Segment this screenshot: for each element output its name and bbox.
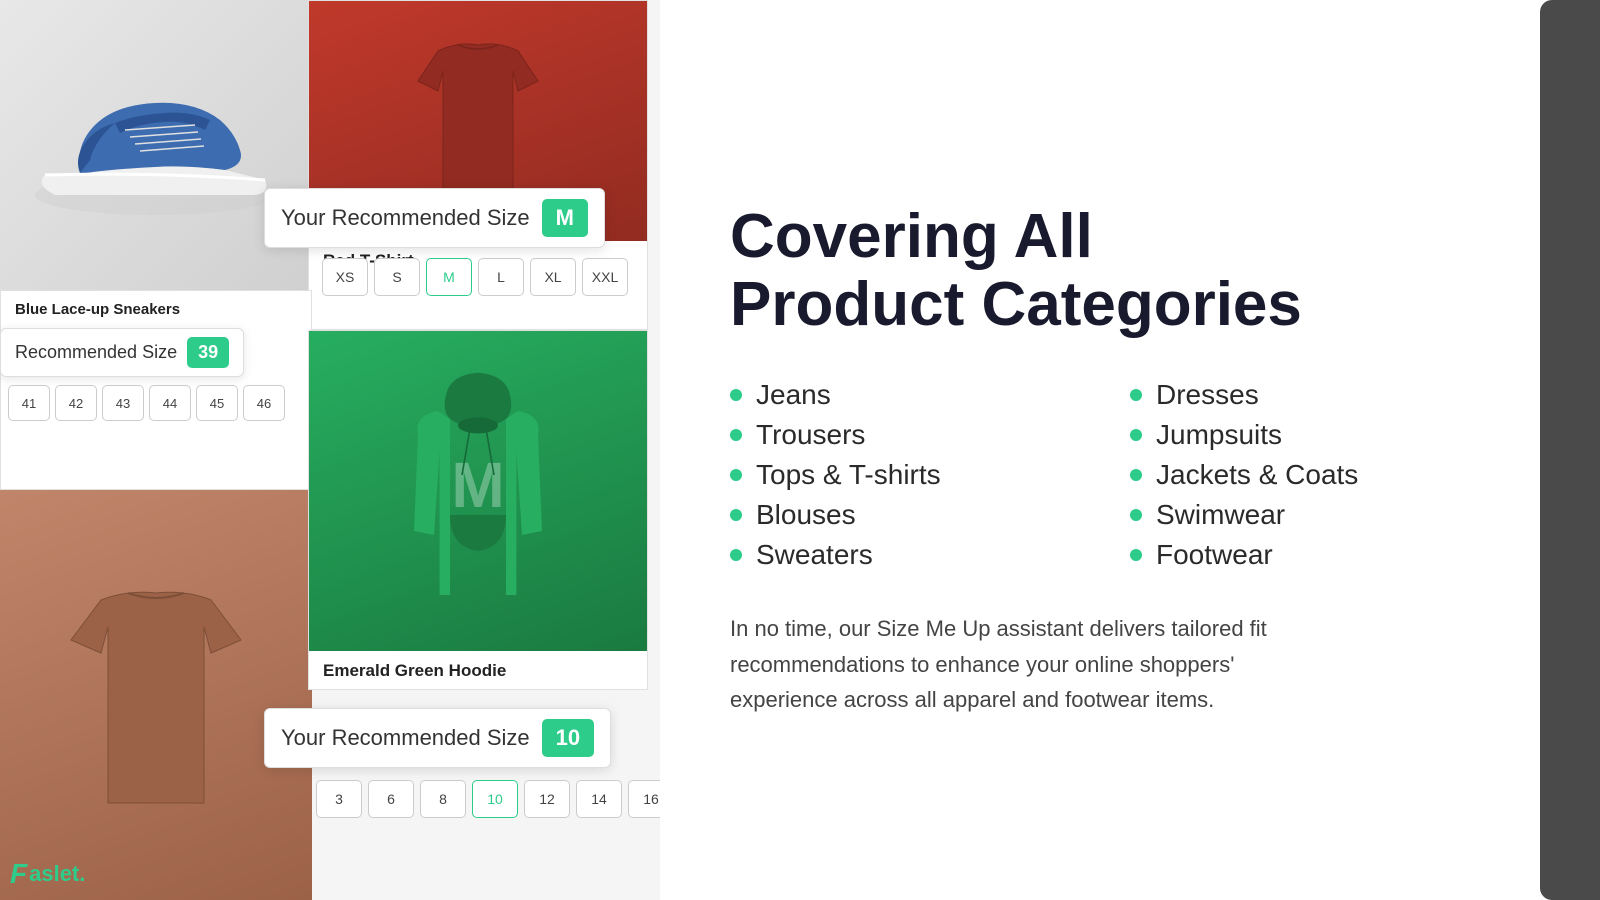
category-label-sweaters: Sweaters <box>756 539 873 571</box>
faslet-name: aslet. <box>29 861 85 887</box>
bullet-jackets <box>1130 469 1142 481</box>
size-14[interactable]: 14 <box>576 780 622 818</box>
rec-badge-tshirt: Your Recommended Size M <box>264 188 605 248</box>
heading-line1: Covering All <box>730 202 1093 271</box>
brown-tshirt-svg <box>56 585 256 805</box>
category-label-jumpsuits: Jumpsuits <box>1156 419 1282 451</box>
bullet-swimwear <box>1130 509 1142 521</box>
main-heading: Covering All Product Categories <box>730 203 1530 339</box>
rec-label-tshirt: Your Recommended Size <box>281 205 530 231</box>
category-label-swimwear: Swimwear <box>1156 499 1285 531</box>
category-blouses: Blouses <box>730 499 1130 531</box>
size-xs[interactable]: XS <box>322 258 368 296</box>
shoe-image <box>25 65 285 225</box>
size-m[interactable]: M <box>426 258 472 296</box>
hoodie-image: M <box>309 331 647 651</box>
description-text: In no time, our Size Me Up assistant del… <box>730 611 1310 717</box>
category-sweaters: Sweaters <box>730 539 1130 571</box>
bullet-jeans <box>730 389 742 401</box>
size-6[interactable]: 6 <box>368 780 414 818</box>
categories-right-col: Dresses Jumpsuits Jackets & Coats Swimwe… <box>1130 379 1530 571</box>
bullet-tops <box>730 469 742 481</box>
hoodie-title: Emerald Green Hoodie <box>309 651 647 685</box>
size-12[interactable]: 12 <box>524 780 570 818</box>
faslet-f-letter: F <box>10 858 27 890</box>
category-label-trousers: Trousers <box>756 419 865 451</box>
category-trousers: Trousers <box>730 419 1130 451</box>
size-s[interactable]: S <box>374 258 420 296</box>
faslet-logo: F aslet. <box>10 858 85 890</box>
size-45[interactable]: 45 <box>196 385 238 421</box>
size-row-tshirt: XS S M L XL XXL <box>308 258 642 296</box>
bullet-jumpsuits <box>1130 429 1142 441</box>
size-row-hoodie: 3 6 8 10 12 14 16 <box>308 780 660 818</box>
category-swimwear: Swimwear <box>1130 499 1530 531</box>
category-jackets: Jackets & Coats <box>1130 459 1530 491</box>
size-8[interactable]: 8 <box>420 780 466 818</box>
rec-size-tshirt: M <box>542 199 588 237</box>
right-panel: Covering All Product Categories Jeans Tr… <box>660 0 1600 900</box>
category-jumpsuits: Jumpsuits <box>1130 419 1530 451</box>
category-label-jackets: Jackets & Coats <box>1156 459 1358 491</box>
category-tops: Tops & T-shirts <box>730 459 1130 491</box>
bullet-footwear <box>1130 549 1142 561</box>
size-16[interactable]: 16 <box>628 780 660 818</box>
category-label-dresses: Dresses <box>1156 379 1259 411</box>
bullet-dresses <box>1130 389 1142 401</box>
svg-text:M: M <box>451 449 504 521</box>
left-panel: Red T-Shirt Your Recommended Size M XS S… <box>0 0 660 900</box>
rec-label-hoodie: Your Recommended Size <box>281 725 530 751</box>
category-label-tops: Tops & T-shirts <box>756 459 941 491</box>
rec-size-hoodie: 10 <box>542 719 594 757</box>
brown-tshirt-card <box>0 490 312 900</box>
size-41[interactable]: 41 <box>8 385 50 421</box>
category-label-jeans: Jeans <box>756 379 831 411</box>
size-row-sneaker: 41 42 43 44 45 46 <box>0 385 293 421</box>
bullet-blouses <box>730 509 742 521</box>
size-46[interactable]: 46 <box>243 385 285 421</box>
category-jeans: Jeans <box>730 379 1130 411</box>
categories-left-col: Jeans Trousers Tops & T-shirts Blouses S… <box>730 379 1130 571</box>
sneaker-title: Blue Lace-up Sneakers <box>1 291 311 322</box>
rec-badge-hoodie: Your Recommended Size 10 <box>264 708 611 768</box>
size-10[interactable]: 10 <box>472 780 518 818</box>
category-dresses: Dresses <box>1130 379 1530 411</box>
category-footwear: Footwear <box>1130 539 1530 571</box>
size-44[interactable]: 44 <box>149 385 191 421</box>
shoe-area <box>0 0 310 290</box>
hoodie-svg: M <box>398 351 558 631</box>
size-xl[interactable]: XL <box>530 258 576 296</box>
category-label-footwear: Footwear <box>1156 539 1273 571</box>
rec-label-sneaker: Recommended Size <box>15 342 177 363</box>
size-xxl[interactable]: XXL <box>582 258 628 296</box>
bullet-trousers <box>730 429 742 441</box>
hoodie-card: M Emerald Green Hoodie <box>308 330 648 690</box>
size-42[interactable]: 42 <box>55 385 97 421</box>
dark-side-panel <box>1540 0 1600 900</box>
category-label-blouses: Blouses <box>756 499 856 531</box>
size-43[interactable]: 43 <box>102 385 144 421</box>
heading-line2: Product Categories <box>730 270 1302 339</box>
tshirt-svg <box>408 41 548 201</box>
categories-grid: Jeans Trousers Tops & T-shirts Blouses S… <box>730 379 1530 571</box>
size-l[interactable]: L <box>478 258 524 296</box>
rec-size-sneaker: 39 <box>187 337 229 368</box>
size-3[interactable]: 3 <box>316 780 362 818</box>
rec-badge-sneaker: Recommended Size 39 <box>0 328 244 377</box>
bullet-sweaters <box>730 549 742 561</box>
